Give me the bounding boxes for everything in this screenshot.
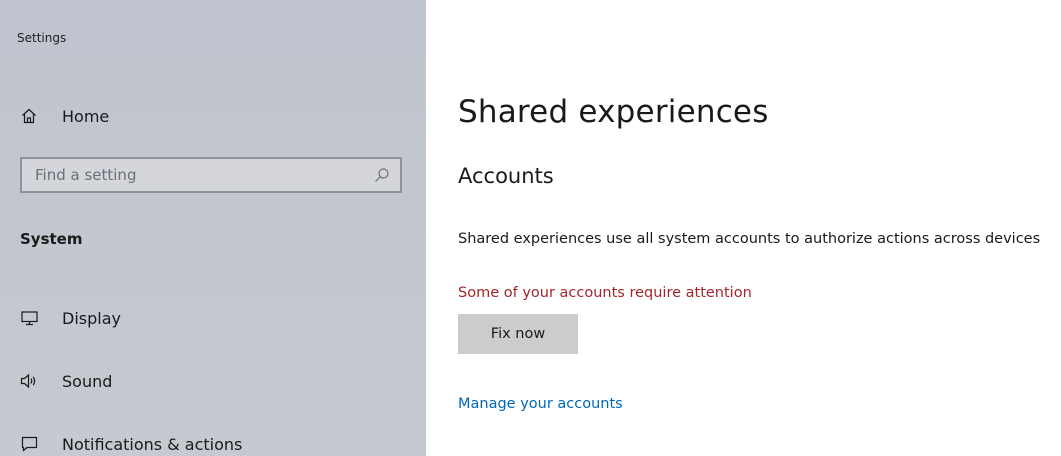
sidebar-item-notifications[interactable]: Notifications & actions <box>0 424 426 456</box>
sidebar-item-sound[interactable]: Sound <box>0 361 426 401</box>
search-input[interactable] <box>22 159 367 191</box>
home-icon <box>20 107 38 125</box>
sidebar-item-label: Home <box>62 106 110 126</box>
notifications-icon <box>20 435 38 453</box>
sidebar: Settings Home System <box>0 0 426 456</box>
sidebar-item-label: Sound <box>62 371 113 391</box>
display-icon <box>20 309 38 327</box>
section-title: Accounts <box>458 164 554 188</box>
sidebar-item-display[interactable]: Display <box>0 298 426 338</box>
sidebar-item-label: Notifications & actions <box>62 434 243 454</box>
attention-warning: Some of your accounts require attention <box>458 285 752 301</box>
sidebar-section-heading: System <box>20 230 83 248</box>
sidebar-item-label: Display <box>62 308 121 328</box>
sidebar-item-home[interactable]: Home <box>0 96 426 136</box>
app-title: Settings <box>17 31 67 45</box>
search-box[interactable] <box>20 157 402 193</box>
fix-now-button[interactable]: Fix now <box>458 314 578 354</box>
search-icon[interactable] <box>374 167 390 183</box>
main-content: Shared experiences Accounts Shared exper… <box>426 0 1061 456</box>
accounts-description: Shared experiences use all system accoun… <box>458 231 1041 247</box>
page-title: Shared experiences <box>458 94 769 130</box>
sound-icon <box>20 372 38 390</box>
manage-accounts-link[interactable]: Manage your accounts <box>458 396 623 412</box>
settings-window: Settings Home System <box>0 0 1061 456</box>
